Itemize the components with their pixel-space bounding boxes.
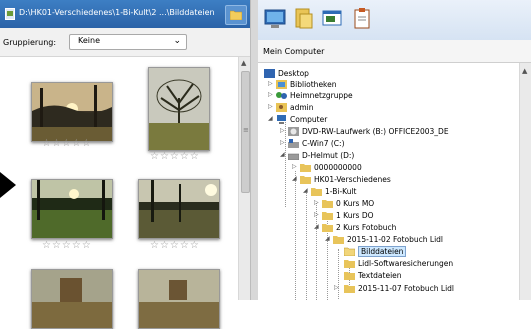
library-icon [276, 80, 287, 89]
thumbnail-image[interactable] [31, 82, 113, 142]
pointer-arrow-icon [0, 172, 16, 198]
expand-icon[interactable]: ▷ [280, 139, 285, 146]
computer-icon [277, 115, 286, 124]
drive-icon [288, 153, 299, 160]
expand-icon[interactable]: ▷ [292, 163, 297, 170]
folder-icon [322, 212, 333, 220]
expand-icon[interactable]: ▷ [314, 211, 319, 218]
thumbnail-image[interactable] [31, 269, 113, 329]
scroll-thumb[interactable]: ≡ [241, 71, 250, 193]
grouping-dropdown[interactable]: Keine ⌄ [69, 34, 187, 50]
dvd-drive-icon [288, 127, 299, 136]
desktop-icon [264, 69, 275, 78]
path-bar: D:\HK01-Verschiedenes\1-Bi-Kult\2 ...\Bi… [0, 0, 250, 28]
homegroup-icon [276, 92, 287, 99]
collapse-icon[interactable]: ◢ [268, 115, 273, 122]
thumbnail-grid: ☆☆☆☆☆ ☆☆☆☆☆ ☆☆☆☆☆ ☆☆☆☆☆ [0, 57, 238, 329]
computer-icon[interactable] [262, 6, 288, 32]
chevron-down-icon: ⌄ [173, 36, 181, 46]
collapse-icon[interactable]: ◢ [280, 151, 285, 158]
folder-icon [322, 224, 333, 232]
expand-icon[interactable]: ▷ [280, 127, 285, 134]
folder-icon [344, 272, 355, 280]
rating-stars[interactable]: ☆☆☆☆☆ [42, 138, 92, 149]
collapse-icon[interactable]: ◢ [303, 187, 308, 194]
expand-icon[interactable]: ▷ [268, 80, 273, 87]
tree-guide-line [295, 171, 296, 300]
user-folder-icon [276, 103, 287, 112]
open-folder-button[interactable] [225, 5, 247, 25]
folder-icon [344, 260, 355, 268]
folder-icon [322, 200, 333, 208]
tree-guide-line [306, 191, 307, 300]
grouping-value: Keine [78, 36, 100, 45]
thumbnail-image[interactable] [31, 179, 113, 239]
scroll-up-arrow-icon[interactable]: ▲ [522, 67, 527, 75]
collapse-icon[interactable]: ◢ [292, 175, 297, 182]
rating-stars[interactable]: ☆☆☆☆☆ [150, 240, 200, 251]
expand-icon[interactable]: ▷ [334, 284, 339, 291]
folder-icon [333, 236, 344, 244]
thumbnail-image[interactable] [138, 269, 220, 329]
folder-icon [344, 285, 355, 293]
thumbnail-image[interactable] [138, 179, 220, 239]
thumbnail-image[interactable] [148, 67, 210, 151]
folder-favorites-icon[interactable] [291, 6, 317, 32]
location-header: Mein Computer [258, 40, 531, 63]
collapse-icon[interactable]: ◢ [325, 235, 330, 242]
tree-scrollbar[interactable]: ▲ [519, 63, 531, 300]
tree-guide-line [285, 115, 286, 207]
rating-stars[interactable]: ☆☆☆☆☆ [150, 151, 200, 162]
rating-stars[interactable]: ☆☆☆☆☆ [42, 240, 92, 251]
picture-icon [5, 8, 15, 20]
collapse-icon[interactable]: ◢ [314, 223, 319, 230]
folder-tree: Desktop ▷ Bibliotheken ▷ Heimnetzgruppe … [258, 63, 519, 300]
grouping-label: Gruppierung: [3, 38, 57, 47]
folder-icon [230, 10, 242, 20]
expand-icon[interactable]: ▷ [268, 103, 273, 110]
tree-guide-line [338, 249, 339, 299]
open-folder-icon [344, 247, 355, 256]
grip-icon: ≡ [243, 126, 249, 134]
scroll-up-arrow-icon[interactable]: ▲ [241, 59, 246, 67]
explorer-toolbar [258, 0, 531, 41]
folder-icon [300, 164, 311, 172]
system-drive-icon [288, 139, 299, 148]
expand-icon[interactable]: ▷ [268, 91, 273, 98]
clipboard-icon[interactable] [349, 6, 375, 32]
expand-icon[interactable]: ▷ [314, 199, 319, 206]
path-text: D:\HK01-Verschiedenes\1-Bi-Kult\2 ...\Bi… [19, 8, 215, 17]
window-icon[interactable] [320, 6, 346, 32]
folder-icon [311, 188, 322, 196]
location-title: Mein Computer [263, 47, 325, 56]
folder-icon [300, 176, 311, 184]
